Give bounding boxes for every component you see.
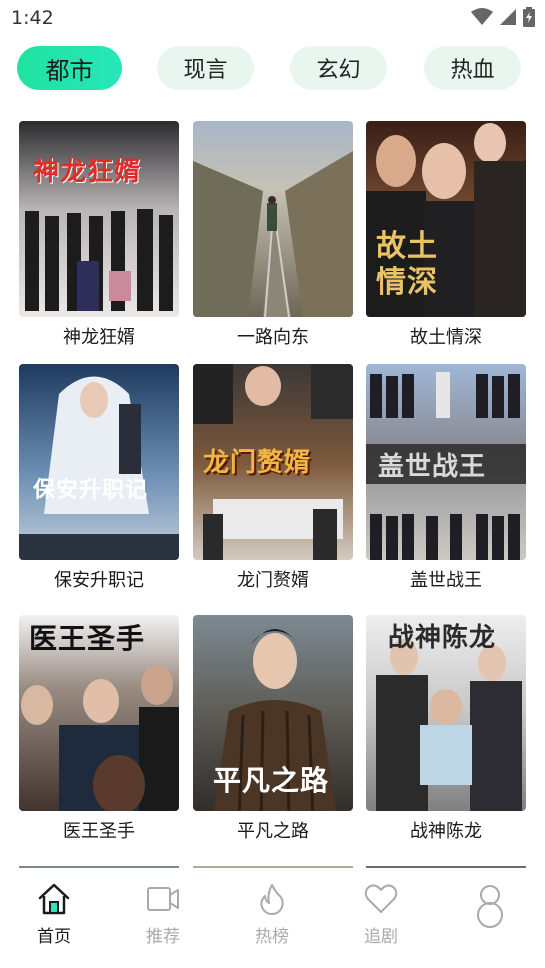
drama-title: 龙门赘婿 — [237, 570, 309, 591]
drama-poster[interactable]: 战神陈龙 — [366, 615, 526, 811]
drama-card[interactable]: 平凡之路 平凡之路 — [193, 615, 353, 844]
nav-label: 热榜 — [255, 927, 289, 947]
drama-poster[interactable] — [193, 121, 353, 317]
drama-title: 保安升职记 — [54, 570, 144, 591]
poster-title-art: 盖世战王 — [378, 452, 487, 482]
drama-card[interactable]: 故土情深 故土情深 — [366, 121, 526, 350]
drama-grid: 神龙狂婿 神龙狂婿 一路向东 故土情深 故土情深 保安升职记 保安升职记 龙门赘… — [0, 118, 545, 868]
status-icons — [471, 7, 535, 27]
drama-poster[interactable]: 盖世战王 — [366, 364, 526, 560]
drama-title: 战神陈龙 — [410, 821, 482, 842]
category-tab-xianyan[interactable]: 现言 — [157, 46, 254, 90]
poster-title-art: 保安升职记 — [33, 477, 149, 503]
drama-poster[interactable]: 医王圣手 — [19, 615, 179, 811]
home-icon — [38, 883, 70, 915]
drama-title: 故土情深 — [410, 327, 482, 348]
nav-label: 推荐 — [146, 927, 180, 947]
drama-poster[interactable]: 故土情深 — [366, 121, 526, 317]
poster-title-art: 医王圣手 — [29, 622, 146, 655]
poster-title-art: 神龙狂婿 — [33, 157, 142, 187]
drama-title: 盖世战王 — [410, 570, 482, 591]
drama-title: 一路向东 — [237, 327, 309, 348]
profile-icon — [477, 885, 503, 928]
drama-card[interactable]: 保安升职记 保安升职记 — [19, 364, 179, 593]
heart-icon — [364, 884, 398, 913]
video-camera-icon — [147, 887, 179, 911]
nav-label: 追剧 — [364, 927, 398, 947]
category-tab-dushi[interactable]: 都市 — [17, 46, 122, 90]
nav-home[interactable]: 首页 — [14, 882, 94, 947]
nav-profile[interactable] — [450, 882, 530, 936]
drama-card[interactable]: 龙门赘婿 龙门赘婿 — [193, 364, 353, 593]
battery-icon — [523, 7, 535, 27]
nav-hot[interactable]: 热榜 — [232, 882, 312, 947]
status-bar: 1:42 — [0, 0, 545, 36]
poster-title-art: 平凡之路 — [213, 764, 330, 797]
nav-label: 首页 — [37, 927, 71, 947]
signal-icon — [500, 9, 516, 25]
poster-title-art: 战神陈龙 — [388, 623, 497, 653]
drama-title: 平凡之路 — [237, 821, 309, 842]
drama-poster[interactable]: 平凡之路 — [193, 615, 353, 811]
poster-title-art: 故土情深 — [376, 229, 438, 300]
flame-icon — [260, 884, 284, 915]
category-tab-xuanhuan[interactable]: 玄幻 — [290, 46, 387, 90]
drama-poster[interactable]: 神龙狂婿 — [19, 121, 179, 317]
drama-title: 医王圣手 — [63, 821, 135, 842]
bottom-nav: 首页 推荐 热榜 追剧 — [0, 868, 545, 968]
drama-card[interactable]: 战神陈龙 战神陈龙 — [366, 615, 526, 844]
poster-title-art: 龙门赘婿 — [203, 448, 312, 478]
nav-recommend[interactable]: 推荐 — [123, 882, 203, 947]
drama-poster[interactable]: 保安升职记 — [19, 364, 179, 560]
drama-poster[interactable]: 龙门赘婿 — [193, 364, 353, 560]
status-time: 1:42 — [11, 7, 54, 29]
category-tabs: 都市 现言 玄幻 热血 — [0, 46, 545, 92]
category-tab-rexue[interactable]: 热血 — [424, 46, 521, 90]
drama-card[interactable]: 神龙狂婿 神龙狂婿 — [19, 121, 179, 350]
drama-card[interactable]: 一路向东 — [193, 121, 353, 350]
wifi-icon — [471, 8, 493, 25]
nav-follow[interactable]: 追剧 — [341, 882, 421, 947]
drama-title: 神龙狂婿 — [63, 327, 135, 348]
drama-card[interactable]: 医王圣手 医王圣手 — [19, 615, 179, 844]
drama-card[interactable]: 盖世战王 盖世战王 — [366, 364, 526, 593]
